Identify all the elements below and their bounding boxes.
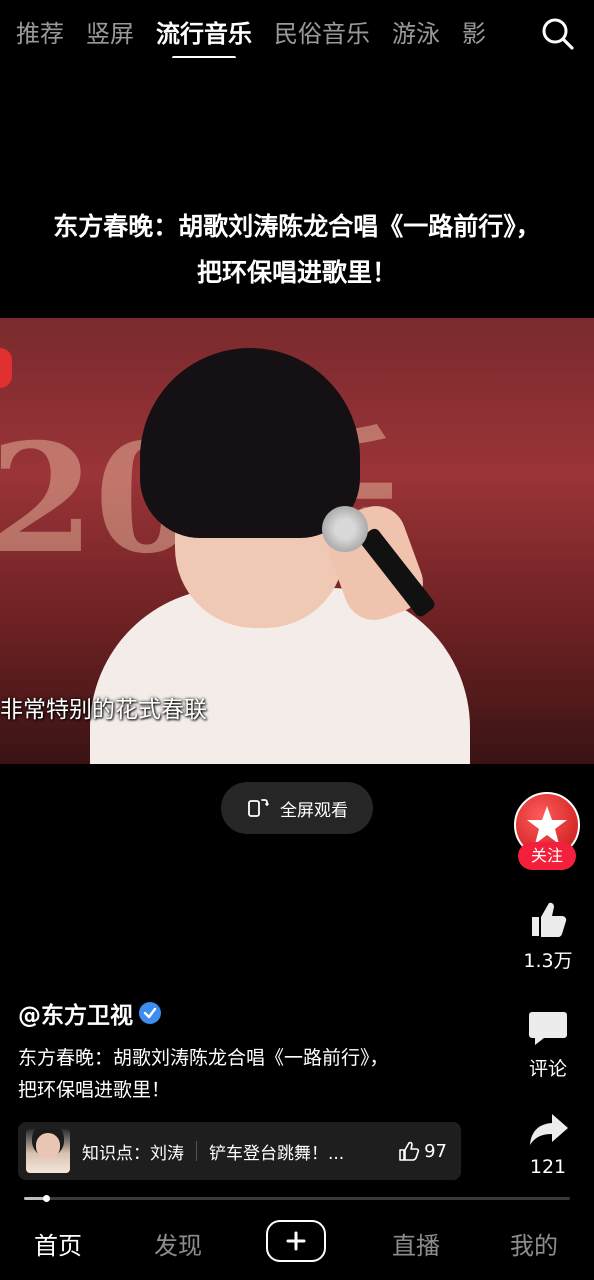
caption-line-1: 东方春晚：胡歌刘涛陈龙合唱《一路前行》，	[18, 1047, 389, 1069]
comment-label: 评论	[528, 1058, 567, 1080]
search-button[interactable]	[540, 16, 576, 52]
tab-swimming[interactable]: 游泳	[392, 14, 440, 54]
knowledge-label: 知识点：刘涛	[82, 1143, 184, 1164]
caption-line-2: 把环保唱进歌里！	[18, 1079, 171, 1101]
divider	[196, 1141, 197, 1161]
nav-home[interactable]: 首页	[34, 1226, 82, 1261]
plus-icon	[286, 1231, 306, 1251]
tab-film[interactable]: 影	[462, 14, 486, 54]
video-progress-bar[interactable]	[24, 1195, 570, 1202]
create-button[interactable]	[266, 1220, 326, 1262]
video-headline: 东方春晚：胡歌刘涛陈龙合唱《一路前行》， 把环保唱进歌里！	[0, 204, 594, 296]
fullscreen-label: 全屏观看	[280, 800, 348, 821]
author-row[interactable]: @东方卫视	[18, 996, 161, 1030]
nav-discover[interactable]: 发现	[154, 1226, 202, 1261]
rotate-phone-icon	[248, 799, 270, 817]
like-button[interactable]: 1.3万	[514, 898, 582, 973]
follow-button[interactable]: 关注	[518, 842, 576, 870]
thumbs-up-outline-icon	[399, 1141, 420, 1161]
search-icon	[542, 18, 574, 50]
headline-line-1: 东方春晚：胡歌刘涛陈龙合唱《一路前行》，	[53, 212, 541, 241]
video-player[interactable]: 20 乐 非常特别的花式春联	[0, 318, 594, 764]
category-tabs: 推荐 竖屏 流行音乐 民俗音乐 游泳影	[16, 14, 516, 58]
bottom-navigation: 首页 发现 直播 我的	[0, 1212, 594, 1280]
share-button[interactable]: 121	[514, 1108, 582, 1178]
verified-badge-icon	[139, 1002, 161, 1024]
knowledge-like[interactable]: 97	[398, 1140, 447, 1162]
progress-handle[interactable]	[42, 1195, 50, 1202]
tab-pop-music[interactable]: 流行音乐	[156, 14, 252, 58]
knowledge-thumbnail	[26, 1129, 70, 1173]
nav-live[interactable]: 直播	[392, 1226, 440, 1261]
tab-recommend[interactable]: 推荐	[16, 14, 64, 54]
nav-mine[interactable]: 我的	[510, 1226, 558, 1261]
tab-vertical[interactable]: 竖屏	[86, 14, 134, 54]
knowledge-point-bar[interactable]: 知识点：刘涛 铲车登台跳舞！... 97	[18, 1122, 461, 1180]
thumbs-up-icon	[532, 902, 567, 937]
knowledge-title: 铲车登台跳舞！...	[209, 1143, 345, 1164]
fullscreen-button[interactable]: 全屏观看	[221, 782, 373, 834]
like-count: 1.3万	[523, 950, 573, 972]
singer-hair	[140, 348, 360, 538]
top-tab-bar: 推荐 竖屏 流行音乐 民俗音乐 游泳影	[0, 0, 594, 66]
microphone-icon	[322, 506, 368, 552]
share-count: 121	[529, 1156, 567, 1178]
video-subtitle: 非常特别的花式春联	[0, 697, 207, 723]
tab-folk-music[interactable]: 民俗音乐	[274, 14, 370, 54]
headline-line-2: 把环保唱进歌里！	[196, 258, 397, 287]
share-arrow-icon	[530, 1114, 568, 1145]
video-caption: 东方春晚：胡歌刘涛陈龙合唱《一路前行》， 把环保唱进歌里！	[18, 1042, 468, 1106]
author-name[interactable]: @东方卫视	[18, 996, 133, 1030]
comment-bubble-icon	[529, 1012, 567, 1045]
knowledge-like-count: 97	[424, 1140, 447, 1162]
comment-button[interactable]: 评论	[514, 1006, 582, 1081]
